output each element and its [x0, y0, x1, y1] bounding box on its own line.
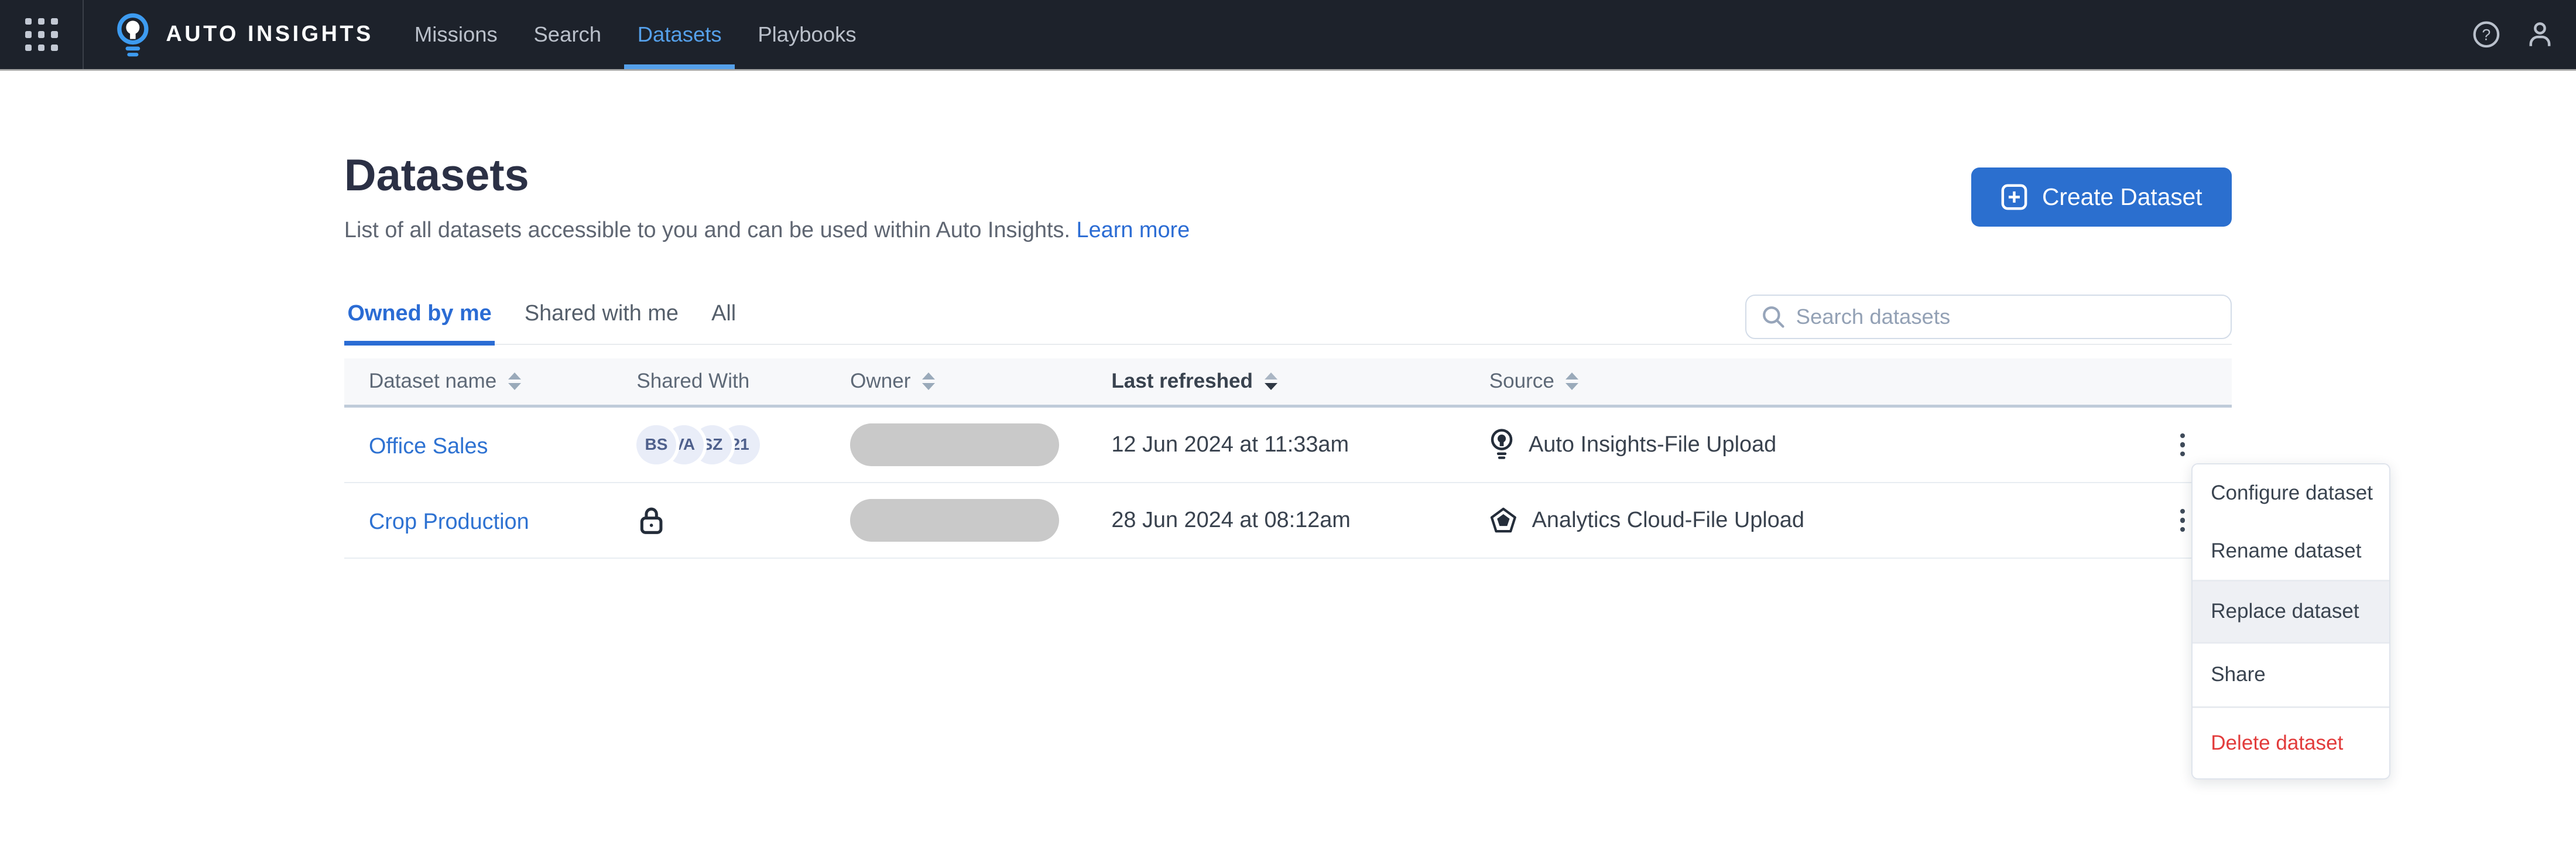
subtitle-text: List of all datasets accessible to you a…	[344, 217, 1070, 242]
last-refreshed-cell: 12 Jun 2024 at 11:33am	[1111, 432, 1349, 457]
primary-nav: Missions Search Datasets Playbooks	[396, 0, 874, 69]
menu-item-share[interactable]: Share	[2193, 644, 2389, 706]
table-row: Crop Production 28 Jun 2024 at 08:12am A…	[344, 483, 2232, 559]
tab-list: Owned by me Shared with me All	[344, 301, 739, 346]
create-dataset-label: Create Dataset	[2042, 183, 2202, 211]
owner-redacted-pill	[850, 499, 1059, 542]
page-header-text: Datasets List of all datasets accessible…	[344, 151, 1190, 245]
page-subtitle: List of all datasets accessible to you a…	[344, 216, 1190, 245]
sort-icon[interactable]	[1566, 372, 1579, 391]
dataset-name-cell: Office Sales	[344, 429, 636, 460]
page-title: Datasets	[344, 151, 529, 201]
dataset-link-office-sales[interactable]: Office Sales	[369, 434, 488, 459]
nav-item-search[interactable]: Search	[520, 0, 614, 69]
dataset-context-menu: Configure dataset Rename dataset Replace…	[2191, 463, 2390, 780]
last-refreshed-cell: 28 Jun 2024 at 08:12am	[1111, 507, 1351, 532]
brand: AUTO INSIGHTS	[84, 0, 396, 69]
nav-item-playbooks[interactable]: Playbooks	[745, 0, 869, 69]
navbar-right: ?	[2472, 0, 2576, 69]
lightbulb-logo-icon	[115, 12, 151, 58]
search-datasets-box	[1745, 295, 2232, 339]
dataset-link-crop-production[interactable]: Crop Production	[369, 510, 529, 534]
main-content: Datasets List of all datasets accessible…	[344, 151, 2232, 559]
menu-item-configure-dataset[interactable]: Configure dataset	[2193, 464, 2389, 522]
shared-with-cell	[636, 507, 850, 535]
avatar: BS	[636, 425, 676, 465]
app-launcher-button[interactable]	[0, 0, 84, 69]
app-window: AUTO INSIGHTS Missions Search Datasets P…	[0, 0, 2576, 865]
tabs-row: Owned by me Shared with me All	[344, 295, 2232, 346]
lock-icon	[636, 507, 850, 535]
col-header-shared-with: Shared With	[636, 370, 750, 393]
grid-icon	[25, 18, 58, 51]
help-icon[interactable]: ?	[2472, 20, 2500, 49]
source-label: Auto Insights-File Upload	[1529, 432, 1777, 457]
nav-item-datasets[interactable]: Datasets	[624, 0, 735, 69]
col-header-dataset-name: Dataset name	[344, 370, 636, 393]
col-header-source: Source	[1489, 370, 2133, 393]
owner-cell	[850, 423, 1111, 466]
source-label: Analytics Cloud-File Upload	[1532, 507, 1804, 532]
auto-insights-lightbulb-icon	[1489, 428, 1514, 461]
owner-cell	[850, 499, 1111, 542]
page-header: Datasets List of all datasets accessible…	[344, 151, 2232, 245]
source-cell: Analytics Cloud-File Upload	[1489, 507, 2133, 535]
menu-item-replace-dataset[interactable]: Replace dataset	[2193, 581, 2389, 642]
dataset-name-cell: Crop Production	[344, 505, 636, 535]
analytics-cloud-pentagon-icon	[1489, 507, 1517, 535]
actions-cell	[2133, 427, 2232, 463]
col-header-last-refreshed: Last refreshed	[1111, 370, 1489, 393]
user-icon[interactable]	[2527, 20, 2553, 49]
table-row: Office Sales BS VA SZ 21 12 Jun 2024 at …	[344, 407, 2232, 483]
top-navbar: AUTO INSIGHTS Missions Search Datasets P…	[0, 0, 2576, 69]
tab-owned-by-me[interactable]: Owned by me	[344, 301, 495, 346]
svg-text:?: ?	[2482, 26, 2491, 44]
sort-icon[interactable]	[922, 372, 936, 391]
source-cell: Auto Insights-File Upload	[1489, 428, 2133, 461]
table-header-row: Dataset name Shared With Owner Last refr…	[344, 358, 2232, 408]
shared-with-cell: BS VA SZ 21	[636, 425, 850, 465]
kebab-menu-icon[interactable]	[2170, 427, 2195, 463]
nav-item-missions[interactable]: Missions	[401, 0, 511, 69]
menu-item-rename-dataset[interactable]: Rename dataset	[2193, 522, 2389, 580]
menu-item-delete-dataset[interactable]: Delete dataset	[2193, 707, 2389, 779]
shared-avatars[interactable]: BS VA SZ 21	[636, 425, 850, 465]
sort-icon[interactable]	[508, 372, 521, 391]
create-dataset-button[interactable]: Create Dataset	[1971, 167, 2232, 227]
search-icon	[1762, 305, 1784, 328]
tab-shared-with-me[interactable]: Shared with me	[521, 301, 681, 346]
plus-square-icon	[2001, 184, 2027, 210]
col-header-owner: Owner	[850, 370, 1111, 393]
brand-title: AUTO INSIGHTS	[166, 22, 374, 47]
tab-all[interactable]: All	[708, 301, 739, 346]
sort-desc-icon[interactable]	[1264, 372, 1277, 391]
learn-more-link[interactable]: Learn more	[1077, 218, 1190, 242]
owner-redacted-pill	[850, 423, 1059, 466]
datasets-table: Dataset name Shared With Owner Last refr…	[344, 358, 2232, 559]
search-input[interactable]	[1796, 304, 2216, 329]
